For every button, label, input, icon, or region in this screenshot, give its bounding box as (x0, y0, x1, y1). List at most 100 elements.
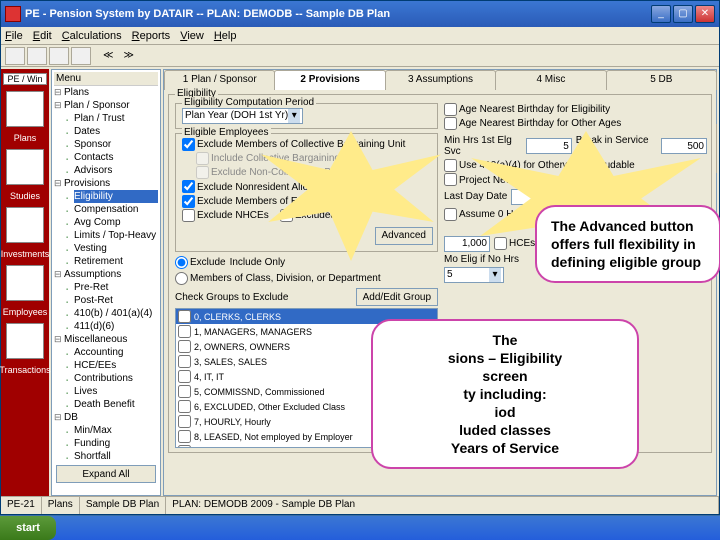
nav-employees-label: Employees (3, 307, 48, 317)
tree-plan-sponsor[interactable]: Plan / Sponsor (64, 99, 158, 112)
tree-item[interactable]: Pre-Ret (74, 281, 158, 294)
lastday-label: Last Day Date (444, 191, 507, 202)
tree-assumptions[interactable]: Assumptions (64, 268, 158, 281)
tree-item[interactable]: 411(d)(6) (74, 320, 158, 333)
tree-item[interactable]: Accounting (74, 346, 158, 359)
tree-item[interactable]: Lives (74, 385, 158, 398)
include-only-label: Include Only (230, 257, 286, 268)
radio-members-of[interactable]: Members of Class, Division, or Departmen… (175, 272, 381, 286)
chk-age-nearest-other[interactable]: Age Nearest Birthday for Other Ages (444, 118, 621, 129)
tab-misc[interactable]: 4 Misc (495, 70, 606, 90)
menu-help[interactable]: Help (214, 30, 237, 42)
tree-item[interactable]: Death Benefit (74, 398, 158, 411)
expand-all-button[interactable]: Expand All (56, 465, 156, 483)
tree-db[interactable]: DB (64, 411, 158, 424)
app-window: PE - Pension System by DATAIR -- PLAN: D… (0, 0, 720, 515)
ecp-title: Eligibility Computation Period (182, 97, 316, 108)
statusbar: PE-21 Plans Sample DB Plan PLAN: DEMODB … (1, 496, 719, 514)
nav-prev[interactable]: ≪ (99, 50, 117, 61)
tree-item[interactable]: Shortfall (74, 450, 158, 463)
tab-db[interactable]: 5 DB (606, 70, 717, 90)
tool-btn[interactable] (5, 47, 25, 65)
app-icon (5, 6, 21, 22)
chk-ex-nonres[interactable]: Exclude Nonresident Aliens (182, 182, 319, 193)
tree-item[interactable]: Funding (74, 437, 158, 450)
add-edit-group-button[interactable]: Add/Edit Group (356, 288, 438, 306)
sel-combo[interactable]: 5 (444, 267, 504, 283)
nav-plans-label: Plans (14, 133, 37, 143)
tree-item[interactable]: Contributions (74, 372, 158, 385)
tree-item[interactable]: Limits / Top-Heavy (74, 229, 158, 242)
nav-next[interactable]: ≫ (119, 50, 137, 61)
nav-plans-icon[interactable] (6, 91, 44, 127)
status-plan: Sample DB Plan (80, 497, 166, 514)
tree-item[interactable]: Compensation (74, 203, 158, 216)
tree-provisions[interactable]: Provisions (64, 177, 158, 190)
nav-trans-icon[interactable] (6, 323, 44, 359)
close-button[interactable]: ✕ (695, 5, 715, 23)
chk-ex-collective[interactable]: Exclude Members of Collective Bargaining… (182, 139, 405, 150)
tab-provisions[interactable]: 2 Provisions (274, 70, 385, 90)
menu-reports[interactable]: Reports (132, 30, 171, 42)
tree-item[interactable]: Min/Max (74, 424, 158, 437)
min-hrs-input[interactable] (526, 138, 572, 154)
maximize-button[interactable]: ▢ (673, 5, 693, 23)
tree-item[interactable]: Plan / Trust (74, 112, 158, 125)
tree-misc[interactable]: Miscellaneous (64, 333, 158, 346)
tree-item[interactable]: Dates (74, 125, 158, 138)
tool-btn[interactable] (49, 47, 69, 65)
nav-trans-label: Transactions (0, 365, 51, 375)
tab-assumptions[interactable]: 3 Assumptions (385, 70, 496, 90)
groups-caption: Check Groups to Exclude (175, 292, 288, 303)
nav-invest-icon[interactable] (6, 207, 44, 243)
minimize-button[interactable]: _ (651, 5, 671, 23)
tree-plans[interactable]: Plans (64, 86, 158, 99)
toolbar: ≪ ≫ (1, 45, 719, 67)
nav-invest-label: Investments (1, 249, 50, 259)
status-pe: PE-21 (1, 497, 42, 514)
break-hrs-input[interactable] (661, 138, 707, 154)
menubar: File Edit Calculations Reports View Help (1, 27, 719, 45)
tool-btn[interactable] (71, 47, 91, 65)
tree-item[interactable]: Post-Ret (74, 294, 158, 307)
tree-eligibility[interactable]: Eligibility (74, 190, 158, 203)
menu-calculations[interactable]: Calculations (62, 30, 122, 42)
tree-item[interactable]: 410(b) / 401(a)(4) (74, 307, 158, 320)
radio-exclude[interactable]: Exclude (175, 256, 226, 270)
tree-item[interactable]: Retirement (74, 255, 158, 268)
top-tabs: 1 Plan / Sponsor 2 Provisions 3 Assumpti… (164, 70, 716, 90)
start-button[interactable]: start (0, 516, 56, 540)
tree-item[interactable]: HCE/EEs (74, 359, 158, 372)
tab-plan-sponsor[interactable]: 1 Plan / Sponsor (164, 70, 275, 90)
hrs-req-input[interactable] (444, 236, 490, 252)
window-title: PE - Pension System by DATAIR -- PLAN: D… (25, 8, 651, 20)
callout-eligibility: The sions – Eligibility screen ty includ… (371, 319, 639, 469)
titlebar: PE - Pension System by DATAIR -- PLAN: D… (1, 1, 719, 27)
min-hrs-label: Min Hrs 1st Elg Svc (444, 135, 522, 157)
nav-studies-icon[interactable] (6, 149, 44, 185)
chk-age-nearest-elig[interactable]: Age Nearest Birthday for Eligibility (444, 104, 610, 115)
tree-item[interactable]: Advisors (74, 164, 158, 177)
menu-view[interactable]: View (180, 30, 204, 42)
taskbar: start (0, 516, 720, 540)
mo-elig-label: Mo Elig if No Hrs (444, 254, 519, 265)
pe-win-label: PE / Win (3, 73, 47, 85)
tree-item[interactable]: Avg Comp (74, 216, 158, 229)
tree-item[interactable]: Vesting (74, 242, 158, 255)
tree-item[interactable]: Sponsor (74, 138, 158, 151)
tree-panel: Menu Plans Plan / Sponsor Plan / Trust D… (51, 69, 161, 496)
tree-header: Menu (54, 72, 158, 86)
menu-edit[interactable]: Edit (33, 30, 52, 42)
status-detail: PLAN: DEMODB 2009 - Sample DB Plan (166, 497, 719, 514)
nav-tree[interactable]: Plans Plan / Sponsor Plan / Trust Dates … (54, 86, 158, 463)
tool-btn[interactable] (27, 47, 47, 65)
callout-advanced: The Advanced button offers full flexibil… (535, 205, 720, 283)
nav-studies-label: Studies (10, 191, 40, 201)
chk-ex-nhce[interactable]: Exclude NHCEs (182, 210, 269, 221)
menu-file[interactable]: File (5, 30, 23, 42)
advanced-button[interactable]: Advanced (375, 227, 433, 245)
nav-employees-icon[interactable] (6, 265, 44, 301)
tree-item[interactable]: Contacts (74, 151, 158, 164)
ecp-combo[interactable]: Plan Year (DOH 1st Yr) (182, 108, 303, 124)
left-nav: PE / Win Plans Studies Investments Emplo… (1, 69, 49, 496)
